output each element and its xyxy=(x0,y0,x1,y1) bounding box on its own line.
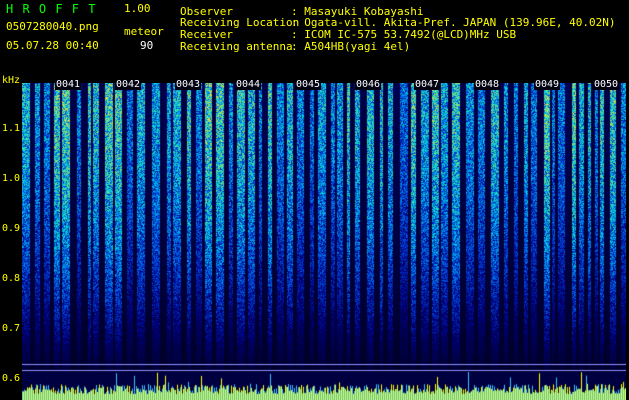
datetime-label: 05.07.28 00:40 xyxy=(6,39,99,52)
y-tick-label: 0.7 xyxy=(2,323,21,334)
filename-label: 0507280040.png xyxy=(6,20,99,33)
time-marker: 0043 xyxy=(175,79,202,90)
y-tick-label: 1.0 xyxy=(2,173,21,184)
time-marker: 0044 xyxy=(235,79,262,90)
time-marker: 0045 xyxy=(295,79,322,90)
app-version: 1.00 xyxy=(124,2,151,15)
time-marker: 0047 xyxy=(414,79,441,90)
meteor-count-value: 90 xyxy=(140,39,154,52)
spectrogram-canvas xyxy=(22,83,626,372)
time-marker: 0042 xyxy=(115,79,142,90)
time-marker: 0046 xyxy=(355,79,382,90)
meteor-count-label: meteor xyxy=(124,25,164,38)
time-marker: 0041 xyxy=(55,79,82,90)
info-value-antenna: : A504HB(yagi 4el) xyxy=(291,40,411,53)
y-tick-label: 1.1 xyxy=(2,123,21,134)
y-tick-label: 0.9 xyxy=(2,223,21,234)
time-marker: 0049 xyxy=(534,79,561,90)
signal-level-strip xyxy=(22,372,626,400)
time-marker: 0048 xyxy=(474,79,501,90)
y-tick-label: 0.8 xyxy=(2,273,21,284)
time-marker: 0050 xyxy=(593,79,620,90)
app-title: H R O F F T xyxy=(6,2,97,16)
y-axis-unit: kHz xyxy=(2,75,21,86)
y-tick-label: 0.6 xyxy=(2,373,21,384)
info-label-antenna: Receiving antenna xyxy=(180,40,293,53)
